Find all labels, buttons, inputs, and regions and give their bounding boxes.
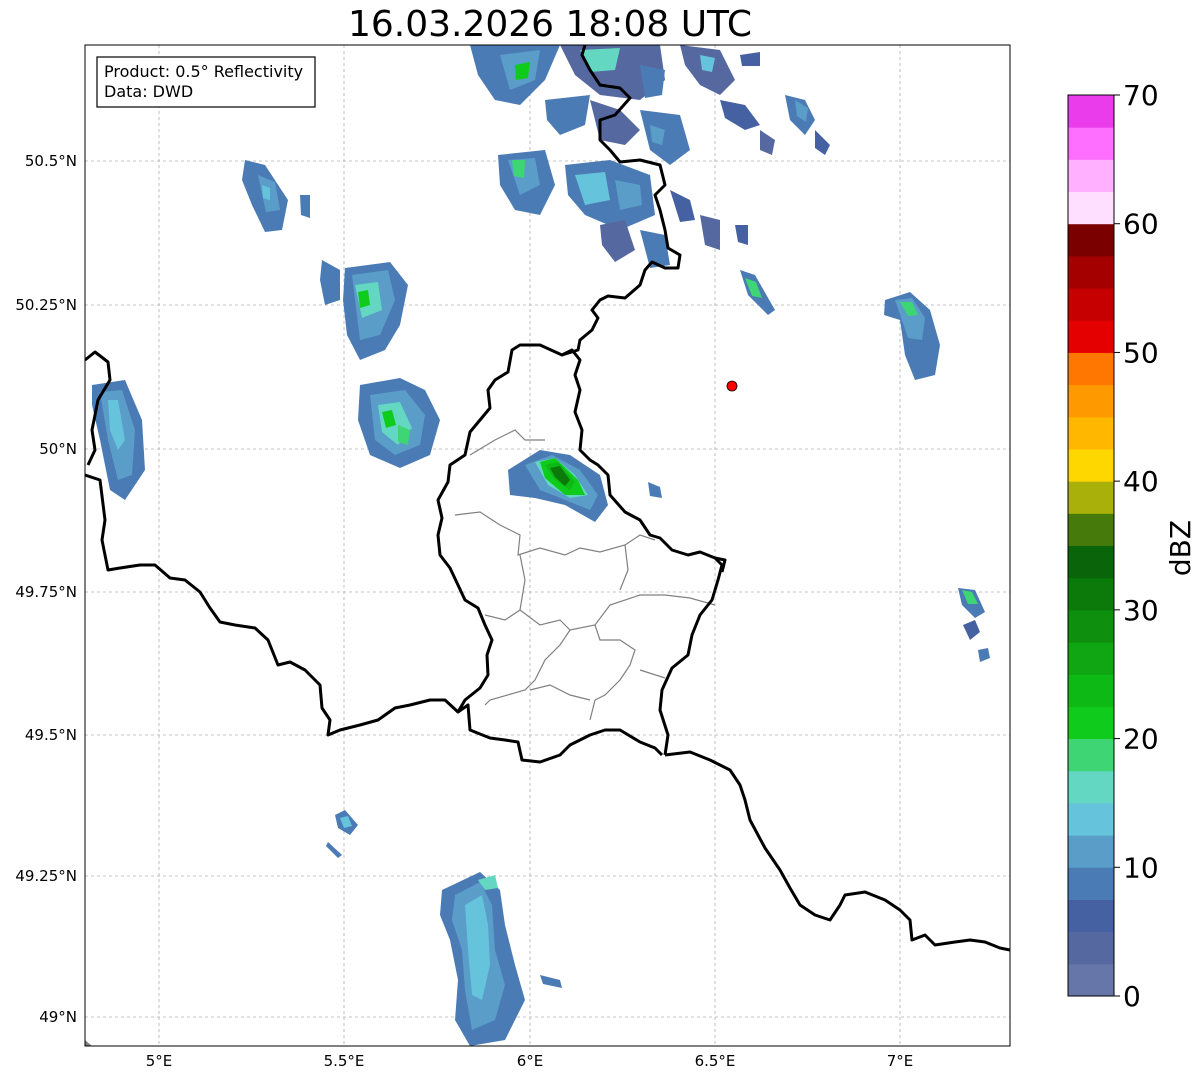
colorbar-segment [1068, 642, 1114, 675]
colorbar-segment [1068, 609, 1114, 643]
lat-tick-label: 50.25°N [15, 296, 77, 314]
lon-tick-label: 7°E [887, 1052, 914, 1070]
colorbar-tick-label: 10 [1123, 851, 1159, 884]
colorbar-segment [1068, 320, 1114, 353]
lat-tick-label: 50.5°N [25, 152, 77, 170]
colorbar-ticks: 0 10 20 30 40 50 60 70 [1114, 79, 1159, 1013]
radar-site-marker [726, 380, 738, 392]
colorbar-segment [1068, 899, 1114, 933]
lat-tick-label: 50°N [39, 440, 77, 458]
colorbar-label: dBZ [1164, 520, 1197, 576]
colorbar-tick-label: 50 [1123, 336, 1159, 369]
colorbar-segment [1068, 191, 1114, 225]
colorbar-tick-label: 60 [1123, 208, 1159, 241]
lon-tick-label: 6°E [517, 1052, 544, 1070]
colorbar-tick-label: 30 [1123, 594, 1159, 627]
colorbar [1068, 95, 1114, 997]
colorbar-segment [1068, 770, 1114, 804]
lat-tick-label: 49.25°N [15, 867, 77, 885]
lat-ticks: 50.5°N 50.25°N 50°N 49.75°N 49.5°N 49.25… [15, 152, 77, 1026]
colorbar-segment [1068, 416, 1114, 450]
colorbar-segment [1068, 545, 1114, 579]
lon-tick-label: 5°E [146, 1052, 173, 1070]
colorbar-segment [1068, 835, 1114, 868]
colorbar-segment [1068, 95, 1114, 128]
colorbar-segment [1068, 738, 1114, 772]
colorbar-tick-label: 70 [1123, 79, 1159, 112]
colorbar-segment [1068, 802, 1114, 836]
colorbar-segment [1068, 867, 1114, 900]
info-product: Product: 0.5° Reflectivity [104, 62, 303, 81]
colorbar-tick-label: 20 [1123, 723, 1159, 756]
lon-ticks: 5°E 5.5°E 6°E 6.5°E 7°E [146, 1052, 914, 1070]
radar-map: Product: 0.5° Reflectivity Data: DWD 5°E… [15, 44, 1197, 1070]
colorbar-segment [1068, 963, 1114, 997]
colorbar-segment [1068, 127, 1114, 160]
colorbar-tick-label: 0 [1123, 980, 1141, 1013]
info-data-source: Data: DWD [104, 82, 193, 101]
colorbar-segment [1068, 288, 1114, 321]
colorbar-segment [1068, 577, 1114, 611]
lat-tick-label: 49°N [39, 1008, 77, 1026]
colorbar-segment [1068, 448, 1114, 482]
lat-tick-label: 49.5°N [25, 726, 77, 744]
colorbar-segment [1068, 931, 1114, 965]
colorbar-segment [1068, 481, 1114, 514]
colorbar-segment [1068, 223, 1114, 257]
colorbar-segment [1068, 384, 1114, 418]
lon-tick-label: 5.5°E [324, 1052, 365, 1070]
colorbar-tick-label: 40 [1123, 465, 1159, 498]
colorbar-segment [1068, 513, 1114, 546]
colorbar-segment [1068, 352, 1114, 386]
radar-echoes [92, 45, 990, 1046]
colorbar-segment [1068, 706, 1114, 740]
lat-tick-label: 49.75°N [15, 583, 77, 601]
colorbar-segment [1068, 255, 1114, 289]
info-box: Product: 0.5° Reflectivity Data: DWD [96, 56, 316, 108]
colorbar-segment [1068, 674, 1114, 707]
lon-tick-label: 6.5°E [695, 1052, 736, 1070]
colorbar-segment [1068, 159, 1114, 193]
